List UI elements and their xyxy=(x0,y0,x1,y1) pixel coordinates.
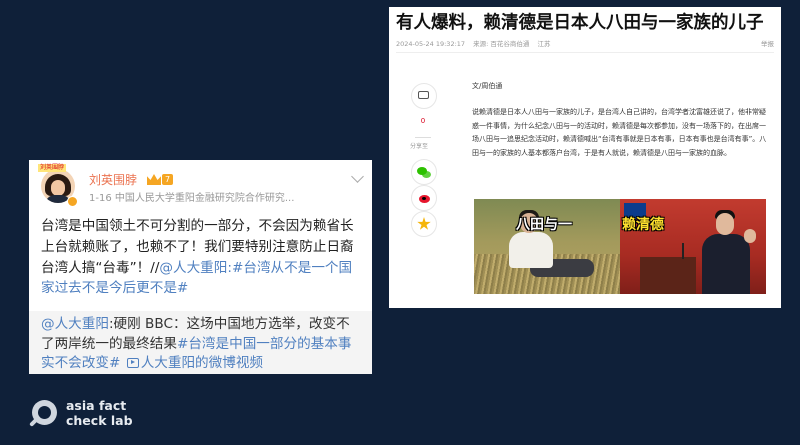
chevron-down-icon[interactable] xyxy=(351,170,364,183)
divider xyxy=(415,137,431,138)
crown-icon xyxy=(147,174,161,185)
article-date: 2024-05-24 19:32:17 xyxy=(396,40,466,48)
article-location: 江苏 xyxy=(537,40,551,48)
article-title: 有人爆料，赖清德是日本人八田与一家族的儿子 xyxy=(396,13,764,33)
favorite-button[interactable] xyxy=(411,211,437,237)
share-label: 分享至 xyxy=(410,143,429,150)
comment-button[interactable] xyxy=(411,83,437,109)
comment-count: 0 xyxy=(420,117,426,125)
avatar-name-tag: 刘英围脖 xyxy=(38,164,67,172)
article-image: 八田与一 赖清德 xyxy=(474,199,766,294)
magnifier-logo-icon xyxy=(32,400,57,425)
article-author: 文/周伯通 xyxy=(472,82,503,90)
comment-icon xyxy=(418,91,429,99)
logo-text-line1: asia fact xyxy=(66,398,127,413)
quote-video-link[interactable]: 人大重阳的微博视频 xyxy=(141,355,263,371)
article-source[interactable]: 来源: 百花谷商伯通 xyxy=(473,40,529,48)
mention-link[interactable]: @人大重阳 xyxy=(159,260,227,276)
star-icon xyxy=(417,217,431,230)
news-article-card: 有人爆料，赖清德是日本人八田与一家族的儿子 2024-05-24 19:32:1… xyxy=(389,7,781,308)
wechat-share-button[interactable] xyxy=(411,159,437,185)
quoted-post[interactable]: @人大重阳:硬刚 BBC：这场中国地方选举，改变不了两岸统一的最终结果#台湾是中… xyxy=(29,311,372,374)
weibo-post-header: 刘英围脖 刘英围脖 7 1-16 中国人民大学重阳金融研究院合作研究... xyxy=(29,160,372,208)
username-link[interactable]: 刘英围脖 xyxy=(89,173,137,187)
asia-fact-check-lab-logo: asia fact check lab xyxy=(30,397,170,433)
post-meta: 1-16 中国人民大学重阳金融研究院合作研究... xyxy=(89,193,295,204)
image-caption-right: 赖清德 xyxy=(622,217,664,233)
video-icon xyxy=(126,358,139,369)
divider xyxy=(396,52,774,53)
weibo-post-card: 刘英围脖 刘英围脖 7 1-16 中国人民大学重阳金融研究院合作研究... 台湾… xyxy=(29,160,372,374)
logo-text-line2: check lab xyxy=(66,413,133,428)
weibo-icon xyxy=(419,195,430,203)
quote-mention-link[interactable]: @人大重阳 xyxy=(41,316,109,332)
user-level-badge: 7 xyxy=(162,174,174,185)
post-text: 台湾是中国领土不可分割的一部分，不会因为赖省长上台就赖账了，也赖不了！我们要特别… xyxy=(41,216,363,299)
weibo-share-button[interactable] xyxy=(411,185,437,211)
article-meta: 2024-05-24 19:32:17 来源: 百花谷商伯通 江苏 举报 xyxy=(396,40,774,48)
quoted-post-text: @人大重阳:硬刚 BBC：这场中国地方选举，改变不了两岸统一的最终结果#台湾是中… xyxy=(41,315,363,374)
image-caption-left: 八田与一 xyxy=(516,217,572,233)
article-body: 说赖清德是日本人八田与一家族的儿子，是台湾人自己讲的，台湾学者沈富雄还说了，他非… xyxy=(472,108,767,157)
report-link[interactable]: 举报 xyxy=(761,40,774,48)
verified-badge-icon xyxy=(67,196,78,207)
